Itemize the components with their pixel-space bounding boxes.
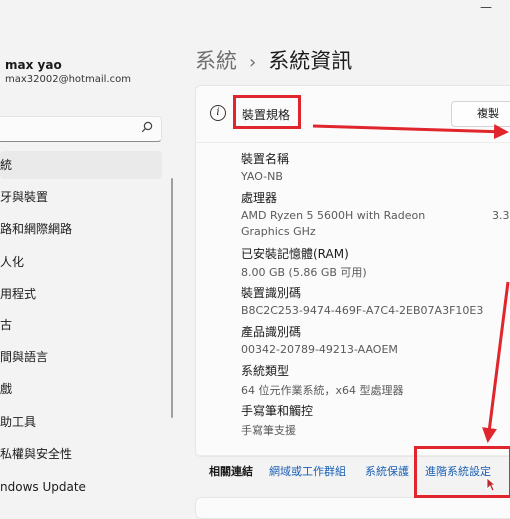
processor-speed-value: 3.30 <box>492 209 510 222</box>
minimize-button[interactable]: — <box>478 1 494 14</box>
pen-touch-label: 手寫筆和觸控 <box>241 404 314 418</box>
search-input[interactable] <box>0 116 162 142</box>
breadcrumb: 系統 › 系統資訊 <box>195 45 352 75</box>
processor-label: 處理器 <box>241 191 278 205</box>
sidebar-item-windows-update[interactable]: ndows Update <box>0 473 162 501</box>
sidebar-item-gaming[interactable]: 戲 <box>0 375 162 403</box>
system-type-value: 64 位元作業系統，x64 型處理器 <box>241 384 404 397</box>
device-id-label: 裝置識別碼 <box>241 286 302 300</box>
breadcrumb-parent[interactable]: 系統 <box>195 49 237 73</box>
ram-value: 8.00 GB (5.86 GB 可用) <box>241 266 367 279</box>
annotation-box-device-specs <box>233 95 301 129</box>
processor-value: AMD Ryzen 5 5600H with Radeon Graphics G… <box>241 209 426 238</box>
ram-label: 已安裝記憶體(RAM) <box>241 247 349 261</box>
sidebar-item-accessibility[interactable]: 助工具 <box>0 408 162 436</box>
sidebar-item-accounts[interactable]: 古 <box>0 311 162 339</box>
related-links-label: 相關連結 <box>209 465 253 478</box>
sidebar-item-time-language[interactable]: 間與語言 <box>0 343 162 371</box>
product-id-label: 產品識別碼 <box>241 325 302 339</box>
system-type-label: 系統類型 <box>241 364 290 378</box>
device-name-label: 裝置名稱 <box>241 152 290 166</box>
device-name-value: YAO-NB <box>241 170 283 183</box>
breadcrumb-separator-icon: › <box>249 52 257 73</box>
page-title: 系統資訊 <box>268 49 353 73</box>
sidebar-item-system[interactable]: 統 <box>0 151 162 179</box>
sidebar: max yao max32002@hotmail.com 統 牙與裝置 路和網際… <box>0 0 180 510</box>
device-id-value: B8C2C253-9474-469F-A7C4-2EB07A3F10E3 <box>241 304 484 317</box>
user-name: max yao <box>5 58 62 72</box>
system-protection-link[interactable]: 系統保護 <box>365 463 409 479</box>
pen-touch-value: 手寫筆支援 <box>241 424 296 437</box>
sidebar-item-network[interactable]: 路和網際網路 <box>0 215 162 243</box>
info-icon: i <box>210 105 226 121</box>
sidebar-scrollbar[interactable] <box>171 178 173 418</box>
sidebar-item-privacy[interactable]: 私權與安全性 <box>0 440 162 468</box>
product-id-value: 00342-20789-49213-AAOEM <box>241 343 398 356</box>
next-card <box>195 497 510 519</box>
sidebar-item-apps[interactable]: 用程式 <box>0 280 162 308</box>
copy-button[interactable]: 複製 <box>451 101 510 127</box>
mouse-cursor-icon <box>486 477 497 496</box>
sidebar-item-personalization[interactable]: 人化 <box>0 248 162 276</box>
search-icon[interactable] <box>141 121 153 136</box>
sidebar-item-bluetooth[interactable]: 牙與裝置 <box>0 183 162 211</box>
domain-workgroup-link[interactable]: 網域或工作群組 <box>269 463 346 479</box>
user-email: max32002@hotmail.com <box>5 74 131 85</box>
